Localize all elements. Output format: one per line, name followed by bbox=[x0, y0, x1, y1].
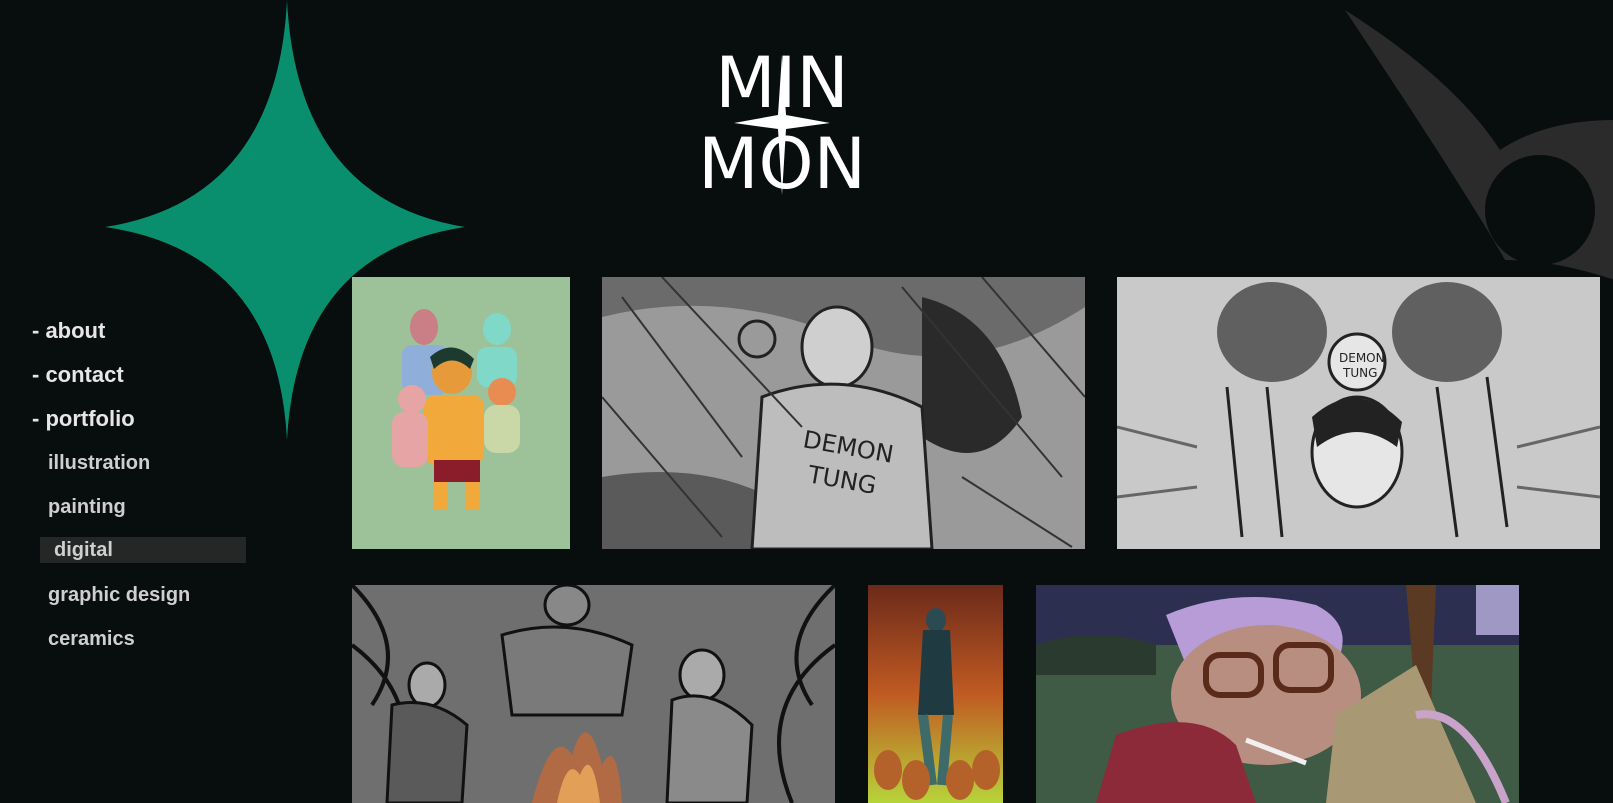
site-logo[interactable]: MIN MON bbox=[698, 42, 900, 205]
thumbnail-old-man-smoking-illustration[interactable] bbox=[1036, 585, 1519, 803]
nav-painting[interactable]: painting bbox=[32, 496, 252, 540]
side-navigation: - about - contact - portfolio illustrati… bbox=[32, 320, 252, 672]
nav-illustration[interactable]: illustration bbox=[32, 452, 252, 496]
nav-portfolio[interactable]: - portfolio bbox=[32, 408, 252, 452]
nav-contact[interactable]: - contact bbox=[32, 364, 252, 408]
thumbnail-demon-tung-sketch[interactable]: DEMON TUNG bbox=[602, 277, 1085, 549]
thumbnail-pixel-family-portrait[interactable] bbox=[352, 277, 570, 549]
svg-text:DEMON: DEMON bbox=[1339, 351, 1385, 365]
nav-about[interactable]: - about bbox=[32, 320, 252, 364]
thumbnail-campfire-sketch[interactable] bbox=[352, 585, 835, 803]
nav-ceramics[interactable]: ceramics bbox=[32, 628, 252, 672]
nav-graphic-design[interactable]: graphic design bbox=[32, 584, 252, 628]
gray-star-decoration bbox=[1345, 10, 1613, 280]
thumbnail-demon-tung-band-sketch[interactable]: DEMON TUNG bbox=[1117, 277, 1600, 549]
svg-text:TUNG: TUNG bbox=[1342, 366, 1377, 380]
nav-digital[interactable]: digital bbox=[40, 537, 246, 563]
thumbnail-fire-dogs-painting[interactable] bbox=[868, 585, 1003, 803]
